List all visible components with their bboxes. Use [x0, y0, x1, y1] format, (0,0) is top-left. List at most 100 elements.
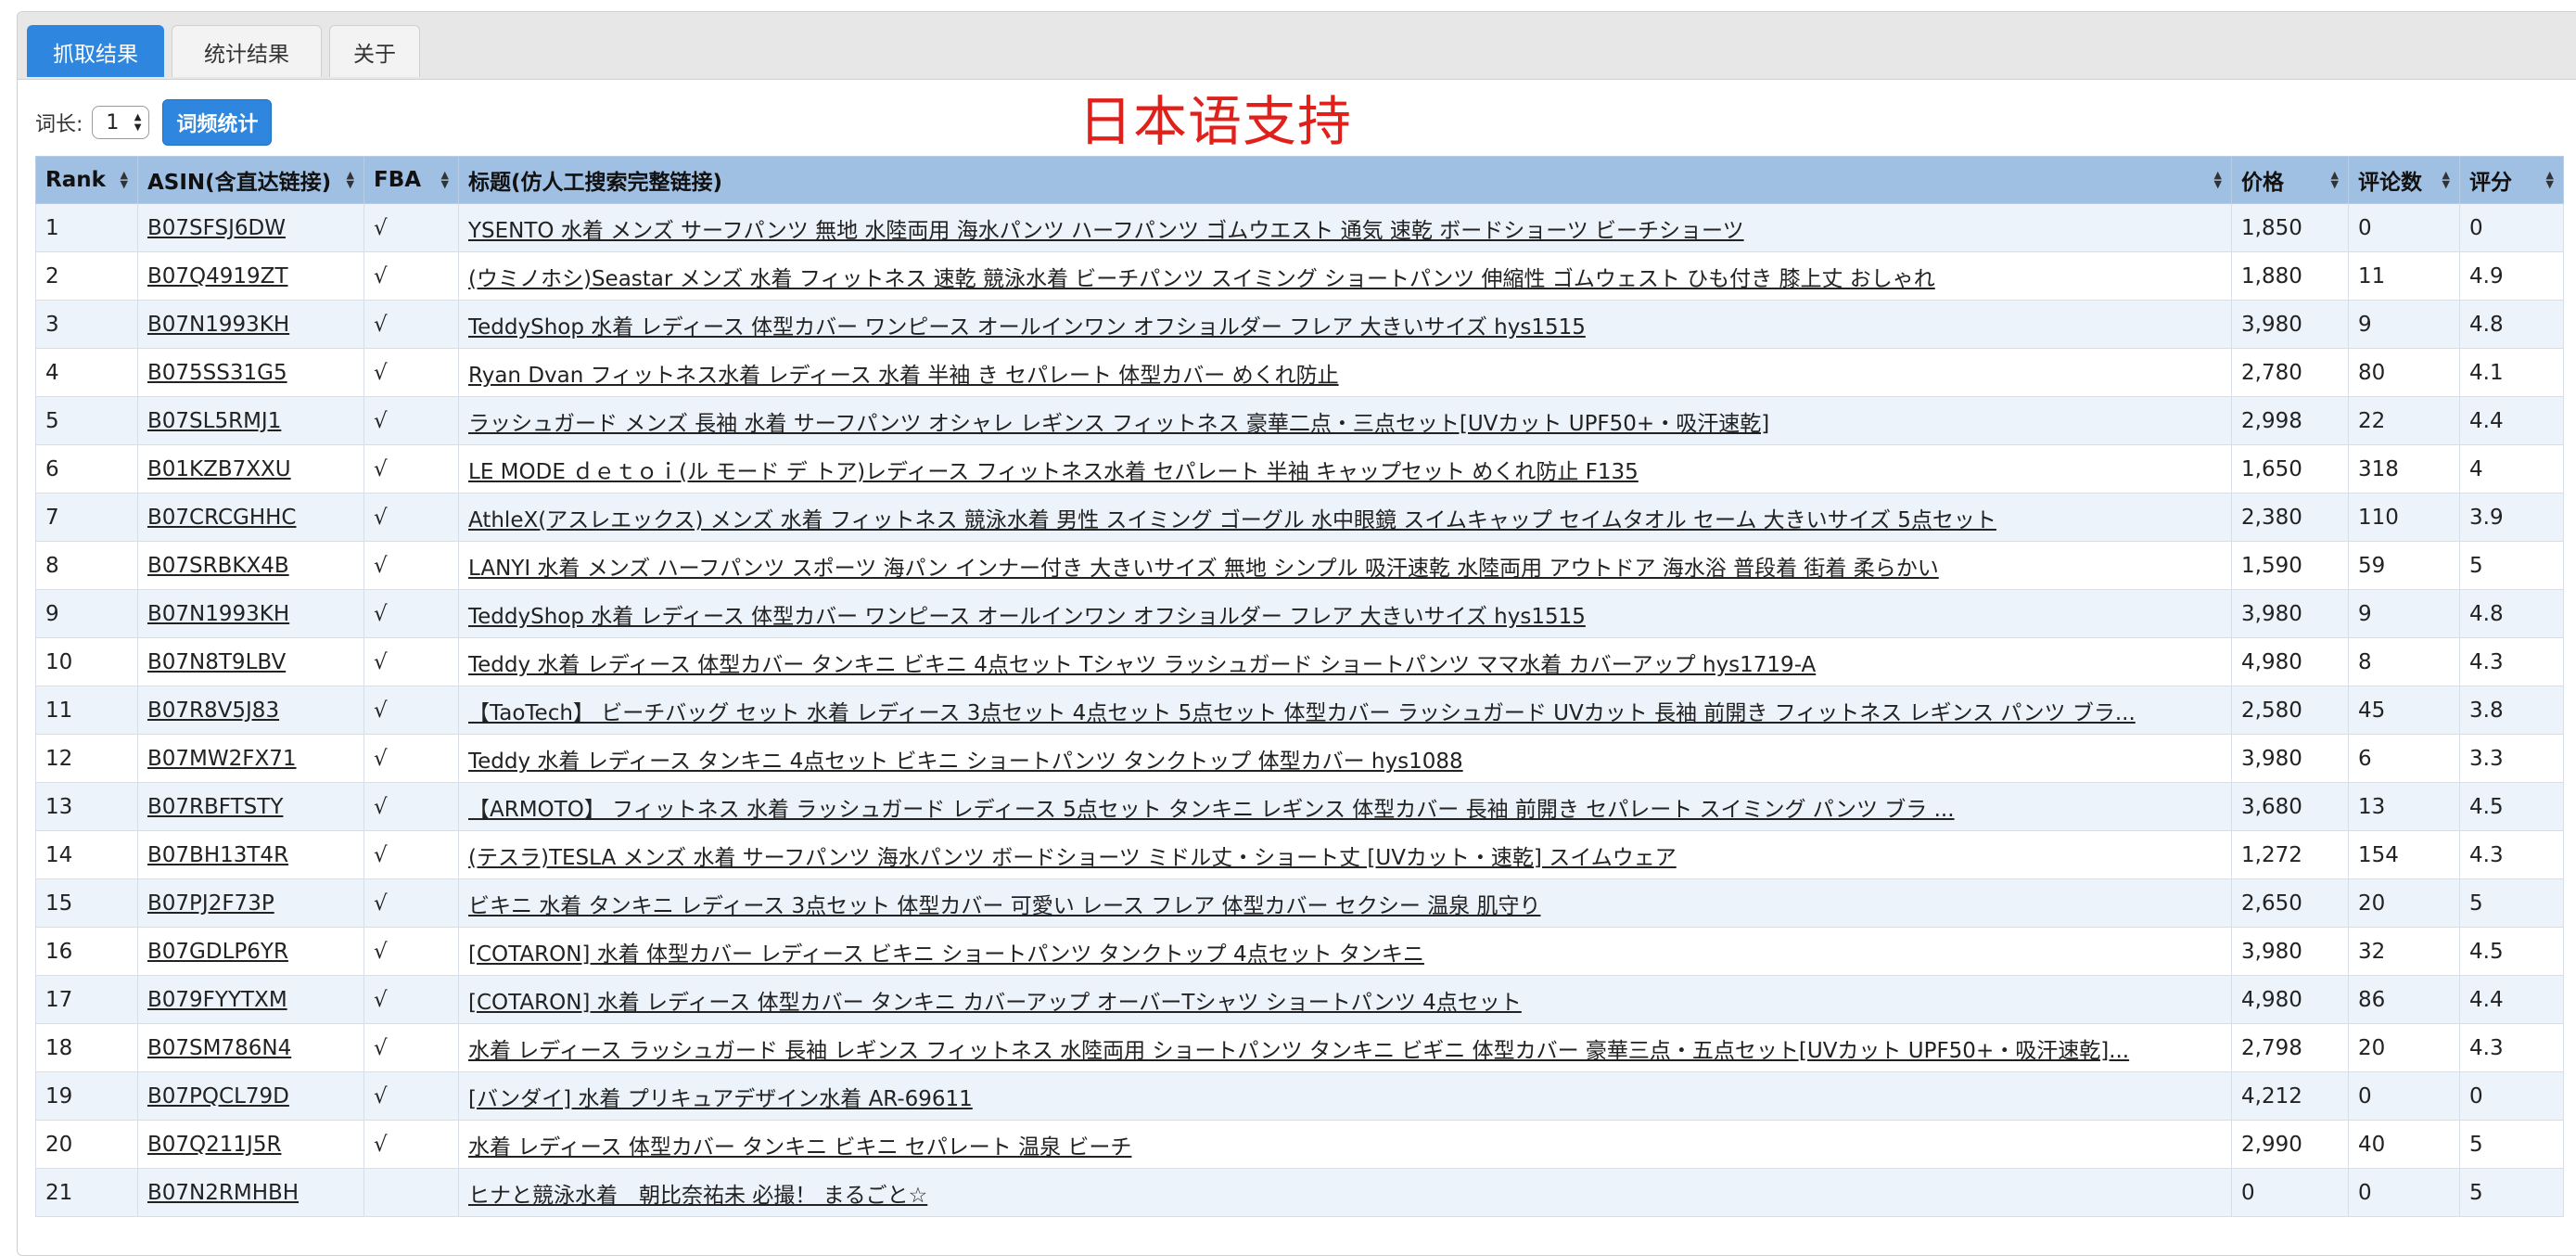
cell-reviews: 0 — [2358, 215, 2372, 240]
cell-rating: 5 — [2459, 1168, 2564, 1217]
cell-rating: 0 — [2459, 203, 2564, 252]
title-link[interactable]: 【ARMOTO】 フィットネス 水着 ラッシュガード レディース 5点セット タ… — [468, 798, 1955, 822]
cell-rating: 4.4 — [2459, 975, 2564, 1024]
title-link[interactable]: YSENTO 水着 メンズ サーフパンツ 無地 水陸両用 海水パンツ ハーフパン… — [468, 219, 1744, 243]
cell-rank: 1 — [45, 215, 59, 240]
asin-link[interactable]: B07PJ2F73P — [147, 891, 274, 916]
cell-fba: √ — [363, 927, 459, 976]
cell-rating: 4.3 — [2459, 830, 2564, 879]
cell-fba: √ — [363, 734, 459, 783]
tab-about[interactable]: 关于 — [329, 25, 420, 77]
sort-icon[interactable]: ▲ ▼ — [2214, 170, 2222, 189]
sort-icon[interactable]: ▲ ▼ — [2546, 170, 2554, 189]
col-header-fba[interactable]: FBA ▲ ▼ — [363, 156, 459, 204]
tab-crawl-results[interactable]: 抓取结果 — [27, 25, 164, 77]
title-link[interactable]: 水着 レディース 体型カバー タンキニ ビキニ セパレート 温泉 ビーチ — [468, 1135, 1131, 1160]
cell-rating: 5 — [2459, 541, 2564, 590]
col-header-asin[interactable]: ASIN(含直达链接) ▲ ▼ — [137, 156, 364, 204]
cell-rank: 16 — [45, 939, 73, 964]
cell-price: 1,272 — [2231, 830, 2349, 879]
table-row: 12 B07MW2FX71 √ Teddy 水着 レディース タンキニ 4点セット ビ… — [35, 734, 2564, 783]
asin-link[interactable]: B07SL5RMJ1 — [147, 409, 281, 433]
cell-fba: √ — [363, 686, 459, 735]
sort-icon[interactable]: ▲ ▼ — [121, 170, 128, 189]
tab-statistics[interactable]: 统计结果 — [172, 25, 322, 77]
cell-asin: B07SFSJ6DW — [137, 203, 364, 252]
title-link[interactable]: ビキニ 水着 タンキニ レディース 3点セット 体型カバー 可愛い レース フレ… — [468, 894, 1540, 918]
title-link[interactable]: Teddy 水着 レディース タンキニ 4点セット ビキニ ショートパンツ タン… — [468, 750, 1463, 774]
cell-price: 2,580 — [2231, 686, 2349, 735]
cell-reviews: 8 — [2358, 649, 2372, 674]
asin-link[interactable]: B07N8T9LBV — [147, 650, 286, 674]
sort-icon[interactable]: ▲ ▼ — [2331, 170, 2339, 189]
cell-rank: 11 — [45, 698, 73, 723]
cell-fba: √ — [374, 794, 388, 819]
cell-price: 0 — [2231, 1168, 2349, 1217]
asin-link[interactable]: B07N1993KH — [147, 313, 289, 337]
title-link[interactable]: Ryan Dvan フィットネス水着 レディース 水着 半袖 き セパレート 体… — [468, 364, 1339, 388]
asin-link[interactable]: B07Q4919ZT — [147, 264, 288, 288]
table-row: 6 B01KZB7XXU √ LE MODE ｄｅｔｏｉ(ル モード デ トア)レディ… — [35, 444, 2564, 493]
title-link[interactable]: AthleX(アスレエックス) メンズ 水着 フィットネス 競泳水着 男性 スイ… — [468, 508, 1996, 532]
word-frequency-button[interactable]: 词频统计 — [162, 99, 273, 146]
asin-link[interactable]: B01KZB7XXU — [147, 457, 291, 481]
title-link[interactable]: [バンダイ] 水着 プリキュアデザイン水着 AR-69611 — [468, 1087, 973, 1111]
title-link[interactable]: ヒナと競泳水着 朝比奈祐未 必撮！ まるごと☆ — [468, 1184, 927, 1208]
asin-link[interactable]: B07CRCGHHC — [147, 506, 296, 530]
cell-rank: 3 — [35, 300, 138, 349]
asin-link[interactable]: B07R8V5J83 — [147, 698, 279, 723]
asin-link[interactable]: B07N2RMHBH — [147, 1181, 299, 1205]
col-header-title[interactable]: 标题(仿人工搜索完整链接) ▲ ▼ — [458, 156, 2232, 204]
asin-link[interactable]: B07GDLP6YR — [147, 940, 288, 964]
title-link[interactable]: Teddy 水着 レディース 体型カバー タンキニ ビキニ 4点セット Tシャツ… — [468, 653, 1816, 677]
asin-link[interactable]: B075SS31G5 — [147, 361, 287, 385]
title-link[interactable]: (テスラ)TESLA メンズ 水着 サーフパンツ 海水パンツ ボードショーツ ミ… — [468, 846, 1677, 870]
sort-icon[interactable]: ▲ ▼ — [2442, 170, 2450, 189]
word-length-stepper[interactable]: 1 ▲ ▼ — [92, 106, 150, 139]
asin-link[interactable]: B07BH13T4R — [147, 843, 288, 867]
col-header-reviews[interactable]: 评论数 ▲ ▼ — [2348, 156, 2460, 204]
title-link[interactable]: [COTARON] 水着 体型カバー レディース ビキニ ショートパンツ タンク… — [468, 942, 1424, 967]
cell-reviews: 154 — [2358, 842, 2399, 867]
cell-rank: 10 — [35, 637, 138, 686]
stepper-arrows-icon[interactable]: ▲ ▼ — [134, 112, 142, 133]
title-link[interactable]: ラッシュガード メンズ 長袖 水着 サーフパンツ オシャレ レギンス フィットネ… — [468, 412, 1769, 436]
sort-icon[interactable]: ▲ ▼ — [441, 170, 449, 189]
cell-fba: √ — [374, 312, 388, 337]
asin-link[interactable]: B07PQCL79D — [147, 1084, 289, 1109]
sort-icon[interactable]: ▲ ▼ — [347, 170, 354, 189]
cell-reviews: 22 — [2348, 396, 2460, 445]
title-link[interactable]: LANYI 水着 メンズ ハーフパンツ スポーツ 海パン インナー付き 大きいサ… — [468, 557, 1939, 581]
title-link[interactable]: (ウミノホシ)Seastar メンズ 水着 フィットネス 速乾 競泳水着 ビーチ… — [468, 267, 1935, 291]
asin-link[interactable]: B07SM786N4 — [147, 1036, 291, 1060]
title-link[interactable]: TeddyShop 水着 レディース 体型カバー ワンピース オールインワン オ… — [468, 605, 1586, 629]
title-link[interactable]: TeddyShop 水着 レディース 体型カバー ワンピース オールインワン オ… — [468, 315, 1586, 340]
asin-link[interactable]: B07MW2FX71 — [147, 747, 297, 771]
cell-rank: 12 — [35, 734, 138, 783]
col-header-rank[interactable]: Rank ▲ ▼ — [35, 156, 138, 204]
asin-link[interactable]: B07RBFTSTY — [147, 795, 283, 819]
asin-link[interactable]: B07N1993KH — [147, 602, 289, 626]
col-header-price[interactable]: 价格 ▲ ▼ — [2231, 156, 2349, 204]
cell-asin: B07PQCL79D — [137, 1071, 364, 1121]
title-link[interactable]: 水着 レディース ラッシュガード 長袖 レギンス フィットネス 水陸両用 ショー… — [468, 1039, 2129, 1063]
cell-price: 2,580 — [2241, 698, 2302, 723]
asin-link[interactable]: B07SFSJ6DW — [147, 216, 286, 240]
asin-link[interactable]: B079FYYTXM — [147, 988, 287, 1012]
cell-fba: √ — [363, 348, 459, 397]
cell-reviews: 45 — [2348, 686, 2460, 735]
cell-fba: √ — [374, 891, 388, 916]
cell-asin: B07SL5RMJ1 — [137, 396, 364, 445]
table-row: 16 B07GDLP6YR √ [COTARON] 水着 体型カバー レディース ビキ… — [35, 927, 2564, 976]
asin-link[interactable]: B07Q211J5R — [147, 1133, 281, 1157]
title-link[interactable]: [COTARON] 水着 レディース 体型カバー タンキニ カバーアップ オーバ… — [468, 991, 1522, 1015]
cell-rating: 5 — [2469, 1132, 2483, 1157]
title-link[interactable]: LE MODE ｄｅｔｏｉ(ル モード デ トア)レディース フィットネス水着 … — [468, 460, 1639, 484]
table-row: 7 B07CRCGHHC √ AthleX(アスレエックス) メンズ 水着 フィットネ… — [35, 493, 2564, 542]
cell-price: 4,980 — [2241, 987, 2302, 1012]
cell-price: 3,980 — [2241, 939, 2302, 964]
asin-link[interactable]: B07SRBKX4B — [147, 554, 289, 578]
col-header-rating[interactable]: 评分 ▲ ▼ — [2459, 156, 2564, 204]
title-link[interactable]: 【TaoTech】 ビーチバッグ セット 水着 レディース 3点セット 4点セッ… — [468, 701, 2136, 725]
cell-title: TeddyShop 水着 レディース 体型カバー ワンピース オールインワン オ… — [458, 300, 2232, 349]
